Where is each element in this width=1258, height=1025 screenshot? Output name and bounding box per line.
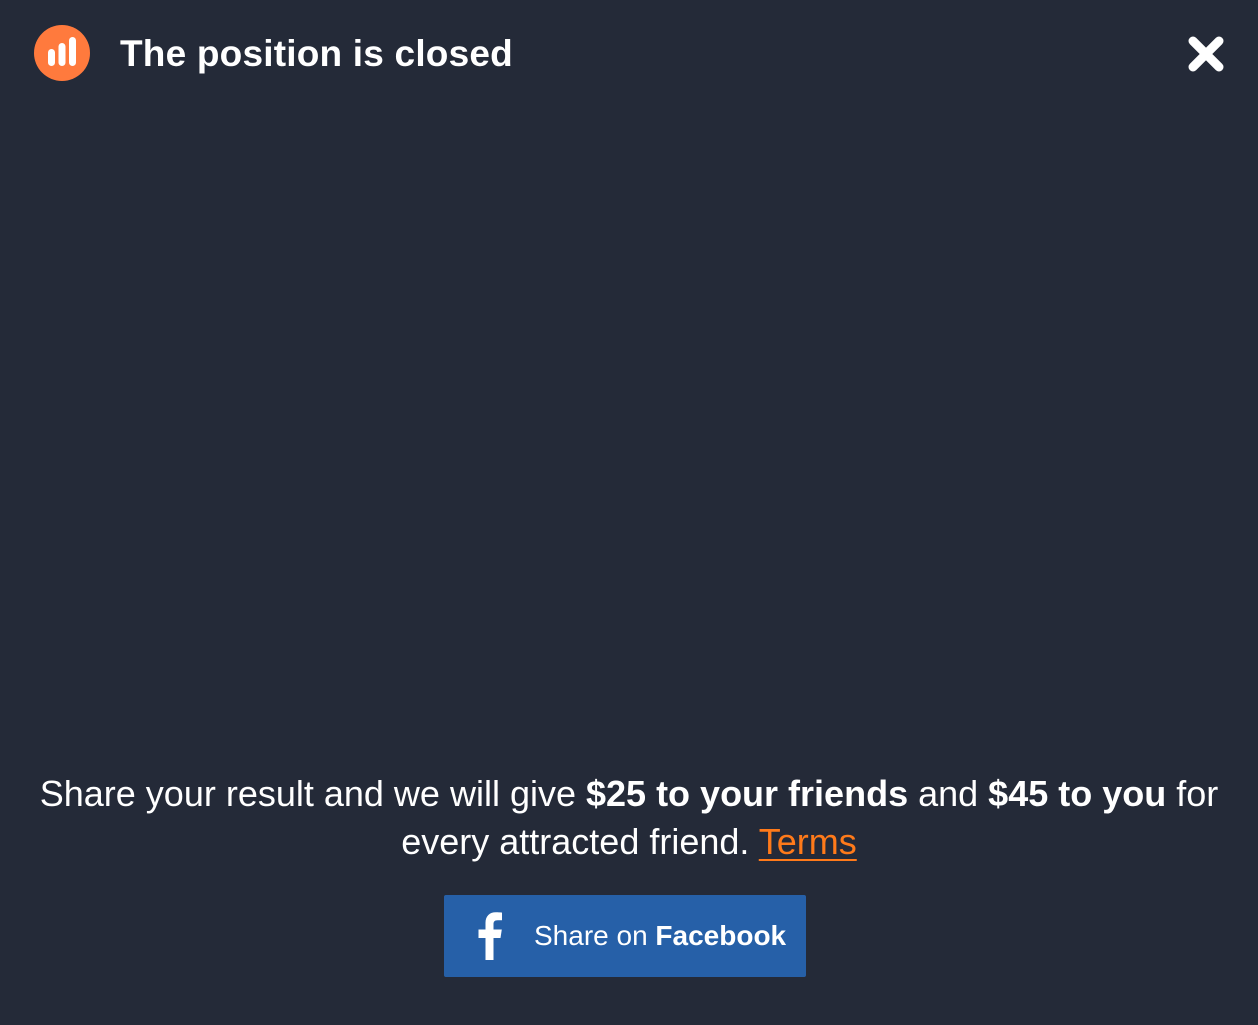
close-icon — [1188, 36, 1224, 72]
share-button-label: Share on Facebook — [534, 895, 786, 977]
close-button[interactable] — [1186, 34, 1226, 74]
share-on-facebook-button[interactable]: Share on Facebook — [444, 895, 806, 977]
bar-chart-logo-icon — [34, 25, 90, 81]
referral-message: Share your result and we will give $25 t… — [0, 770, 1258, 866]
friends-bonus-text: $25 to your friends — [586, 773, 909, 814]
message-text: and — [908, 773, 989, 814]
message-text: Share your result and we will give — [39, 773, 586, 814]
facebook-icon — [474, 912, 504, 960]
position-closed-dialog: The position is closed Share your result… — [0, 0, 1258, 1025]
dialog-header: The position is closed — [0, 0, 1258, 108]
your-bonus-text: $45 to you — [988, 773, 1167, 814]
share-label-brand: Facebook — [655, 920, 787, 951]
share-label-prefix: Share on — [534, 920, 656, 951]
dialog-title: The position is closed — [120, 33, 513, 74]
terms-link[interactable]: Terms — [759, 821, 857, 862]
